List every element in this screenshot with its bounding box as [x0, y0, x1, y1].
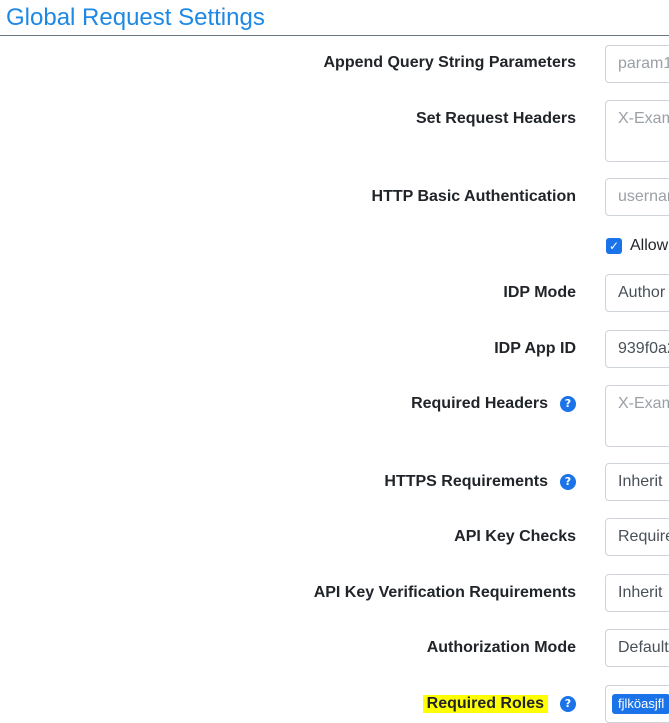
label-required-headers-row: Required Headers ?: [411, 395, 576, 413]
label-authorization-mode: Authorization Mode: [426, 639, 576, 656]
label-required-roles: Required Roles: [422, 695, 548, 713]
label-https-requirements: HTTPS Requirements: [384, 473, 548, 490]
label-http-basic-auth: HTTP Basic Authentication: [371, 188, 576, 205]
label-append-query-string: Append Query String Parameters: [323, 54, 576, 71]
help-icon[interactable]: ?: [560, 696, 576, 712]
help-icon[interactable]: ?: [560, 396, 576, 412]
label-required-headers: Required Headers: [411, 395, 548, 412]
page-title: Global Request Settings: [6, 4, 265, 31]
label-required-roles-row: Required Roles ?: [422, 695, 576, 713]
label-https-requirements-row: HTTPS Requirements ?: [384, 473, 576, 491]
allow-checkbox-row[interactable]: ✓ Allow: [606, 237, 668, 255]
set-request-headers-textarea[interactable]: X-Exam: [605, 100, 669, 162]
authorization-mode-select[interactable]: Default: [605, 629, 669, 667]
label-set-request-headers: Set Request Headers: [415, 110, 576, 127]
api-key-verification-select[interactable]: Inherit: [605, 574, 669, 612]
idp-mode-select[interactable]: Author: [605, 274, 669, 312]
label-api-key-checks: API Key Checks: [454, 528, 576, 545]
https-requirements-select[interactable]: Inherit: [605, 463, 669, 501]
title-divider: [0, 35, 669, 36]
http-basic-auth-username-input[interactable]: usernar: [605, 178, 669, 216]
label-idp-mode: IDP Mode: [503, 284, 576, 301]
help-icon[interactable]: ?: [560, 474, 576, 490]
allow-checkbox-label: Allow: [630, 237, 669, 254]
required-headers-textarea[interactable]: X-Exam: [605, 385, 669, 447]
idp-app-id-input[interactable]: 939f0a2: [605, 330, 669, 368]
label-api-key-verification: API Key Verification Requirements: [313, 584, 576, 601]
label-idp-app-id: IDP App ID: [494, 340, 576, 357]
required-role-tag[interactable]: fjlköasjfl: [612, 694, 669, 714]
allow-checkbox[interactable]: ✓: [606, 238, 622, 254]
api-key-checks-select[interactable]: Require: [605, 518, 669, 556]
append-query-string-input[interactable]: param1: [605, 45, 669, 83]
